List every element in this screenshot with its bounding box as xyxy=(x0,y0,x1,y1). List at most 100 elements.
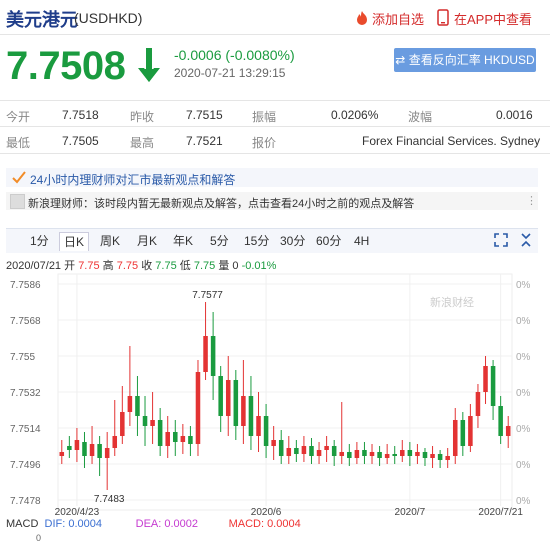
candle-body xyxy=(354,450,360,458)
candle-body xyxy=(483,366,488,392)
x-tick-label: 2020/6 xyxy=(251,507,282,518)
candle-body xyxy=(210,336,216,376)
y-tick-label: 7.7514 xyxy=(10,424,41,435)
currency-code: (USDHKD) xyxy=(74,10,143,26)
tab-30min[interactable]: 30分 xyxy=(276,232,309,250)
candle-body xyxy=(498,406,503,436)
candle-body xyxy=(309,446,314,456)
x-tick-label: 2020/7/21 xyxy=(478,507,523,518)
advisor-notice-bar[interactable]: 24小时内理财师对汇市最新观点和解答 xyxy=(6,168,538,187)
candle-body xyxy=(452,420,458,456)
expand-icon[interactable] xyxy=(520,233,532,250)
more-icon[interactable]: ⋮ xyxy=(526,194,537,207)
y-tick-label: 7.7478 xyxy=(10,496,41,507)
tab-60min[interactable]: 60分 xyxy=(312,232,345,250)
candle-body xyxy=(195,372,201,444)
avatar xyxy=(10,194,25,209)
stat-value: 0.0016 xyxy=(496,108,533,122)
candle-body xyxy=(286,448,292,456)
candle-body xyxy=(67,446,72,450)
kline-chart[interactable]: 7.7586 0% 7.7568 0% 7.755 0% 7.7532 0% 7.7514 0% 7… xyxy=(0,270,550,518)
y-tick-label: 7.7532 xyxy=(10,388,41,399)
stat-value: 7.7518 xyxy=(62,108,99,122)
chart-period-tabs: 1分 日K 周K 月K 年K 5分 15分 30分 60分 4H xyxy=(6,228,538,253)
stat-value: 7.7521 xyxy=(186,134,223,148)
candle-body xyxy=(384,454,390,458)
candle-body xyxy=(415,452,420,456)
stat-label: 今开 xyxy=(6,110,31,124)
tab-15min[interactable]: 15分 xyxy=(240,232,273,250)
candle-body xyxy=(369,452,375,456)
candle-body xyxy=(377,452,382,458)
candle-body xyxy=(173,432,178,442)
tab-5min[interactable]: 5分 xyxy=(206,232,233,250)
candle-body xyxy=(225,380,231,416)
y-tick-label-right: 0% xyxy=(516,460,531,471)
candle-body xyxy=(490,366,496,406)
view-in-app-button[interactable]: 在APP中查看 xyxy=(454,9,532,28)
fullscreen-icon[interactable] xyxy=(494,233,508,250)
tab-1min[interactable]: 1分 xyxy=(26,232,53,250)
candle-body xyxy=(135,396,140,416)
stat-value: 7.7515 xyxy=(186,108,223,122)
phone-icon xyxy=(437,9,449,31)
page-title: 美元港元 xyxy=(6,10,78,30)
header-bar: 美元港元 (USDHKD) 添加自选 在APP中查看 xyxy=(0,0,550,34)
candle-body xyxy=(301,446,307,454)
candle-body xyxy=(150,420,155,426)
candle-body xyxy=(407,450,413,456)
tab-yearly-k[interactable]: 年K xyxy=(169,232,197,250)
y-tick-label-right: 0% xyxy=(516,352,531,363)
candle-body xyxy=(241,396,246,426)
stat-label: 昨收 xyxy=(130,110,155,124)
macd-dif: DIF: 0.0004 xyxy=(44,518,102,530)
candle-body xyxy=(445,456,450,460)
candle-body xyxy=(475,392,481,416)
candle-body xyxy=(278,440,284,456)
tab-4h[interactable]: 4H xyxy=(350,232,373,250)
candle-body xyxy=(316,450,322,456)
candle-body xyxy=(203,336,208,372)
stat-value: 0.0206% xyxy=(331,108,379,122)
arrow-down-icon xyxy=(136,44,162,86)
y-tick-label: 7.7568 xyxy=(10,316,41,327)
candle-body xyxy=(460,420,466,446)
stats-row-1: 今开 7.7518 昨收 7.7515 振幅 0.0206% 波幅 0.0016 xyxy=(0,100,550,127)
macd-panel: 0 xyxy=(0,531,550,543)
candle-body xyxy=(97,444,102,458)
y-tick-label-right: 0% xyxy=(516,496,531,507)
candle-body xyxy=(430,454,435,458)
divider xyxy=(0,34,550,35)
candle-body xyxy=(233,380,239,426)
y-tick-label-right: 0% xyxy=(516,424,531,435)
add-favorite-button[interactable]: 添加自选 xyxy=(372,9,424,28)
current-price: 7.7508 xyxy=(6,44,126,88)
candle-body xyxy=(422,452,428,458)
candle-body xyxy=(112,436,118,448)
stats-row-2: 最低 7.7505 最高 7.7521 报价 Forex Financial S… xyxy=(0,126,550,154)
x-tick-label: 2020/7 xyxy=(395,507,426,518)
tab-monthly-k[interactable]: 月K xyxy=(133,232,161,250)
watermark-text: 新浪财经 xyxy=(430,295,474,309)
y-tick-label-right: 0% xyxy=(516,280,531,291)
candle-body xyxy=(271,440,276,446)
y-tick-label-right: 0% xyxy=(516,388,531,399)
fire-icon xyxy=(354,10,370,31)
candle-body xyxy=(468,416,473,446)
candle-body xyxy=(362,450,367,456)
tab-daily-k[interactable]: 日K xyxy=(59,232,90,251)
macd-dea: DEA: 0.0002 xyxy=(135,518,198,530)
candle-body xyxy=(188,436,193,444)
feed-text: 新浪理财师：该时段内暂无最新观点及解答，点击查看24小时之前的观点及解答 xyxy=(28,198,415,210)
reverse-rate-label: 查看反向汇率 HKDUSD xyxy=(408,53,535,67)
candle-body xyxy=(218,376,223,416)
macd-label: MACD xyxy=(6,518,39,530)
tab-weekly-k[interactable]: 周K xyxy=(96,232,124,250)
stat-value: Forex Financial Services. Sydney xyxy=(362,134,541,148)
reverse-rate-button[interactable]: ⇄ 查看反向汇率 HKDUSD xyxy=(394,48,536,72)
notice-title: 24小时内理财师对汇市最新观点和解答 xyxy=(30,173,236,187)
candle-body xyxy=(400,450,405,456)
advisor-feed[interactable]: 新浪理财师：该时段内暂无最新观点及解答，点击查看24小时之前的观点及解答 ⋮ xyxy=(6,192,538,210)
y-tick-label-right: 0% xyxy=(516,316,531,327)
stat-label: 最高 xyxy=(130,136,155,150)
